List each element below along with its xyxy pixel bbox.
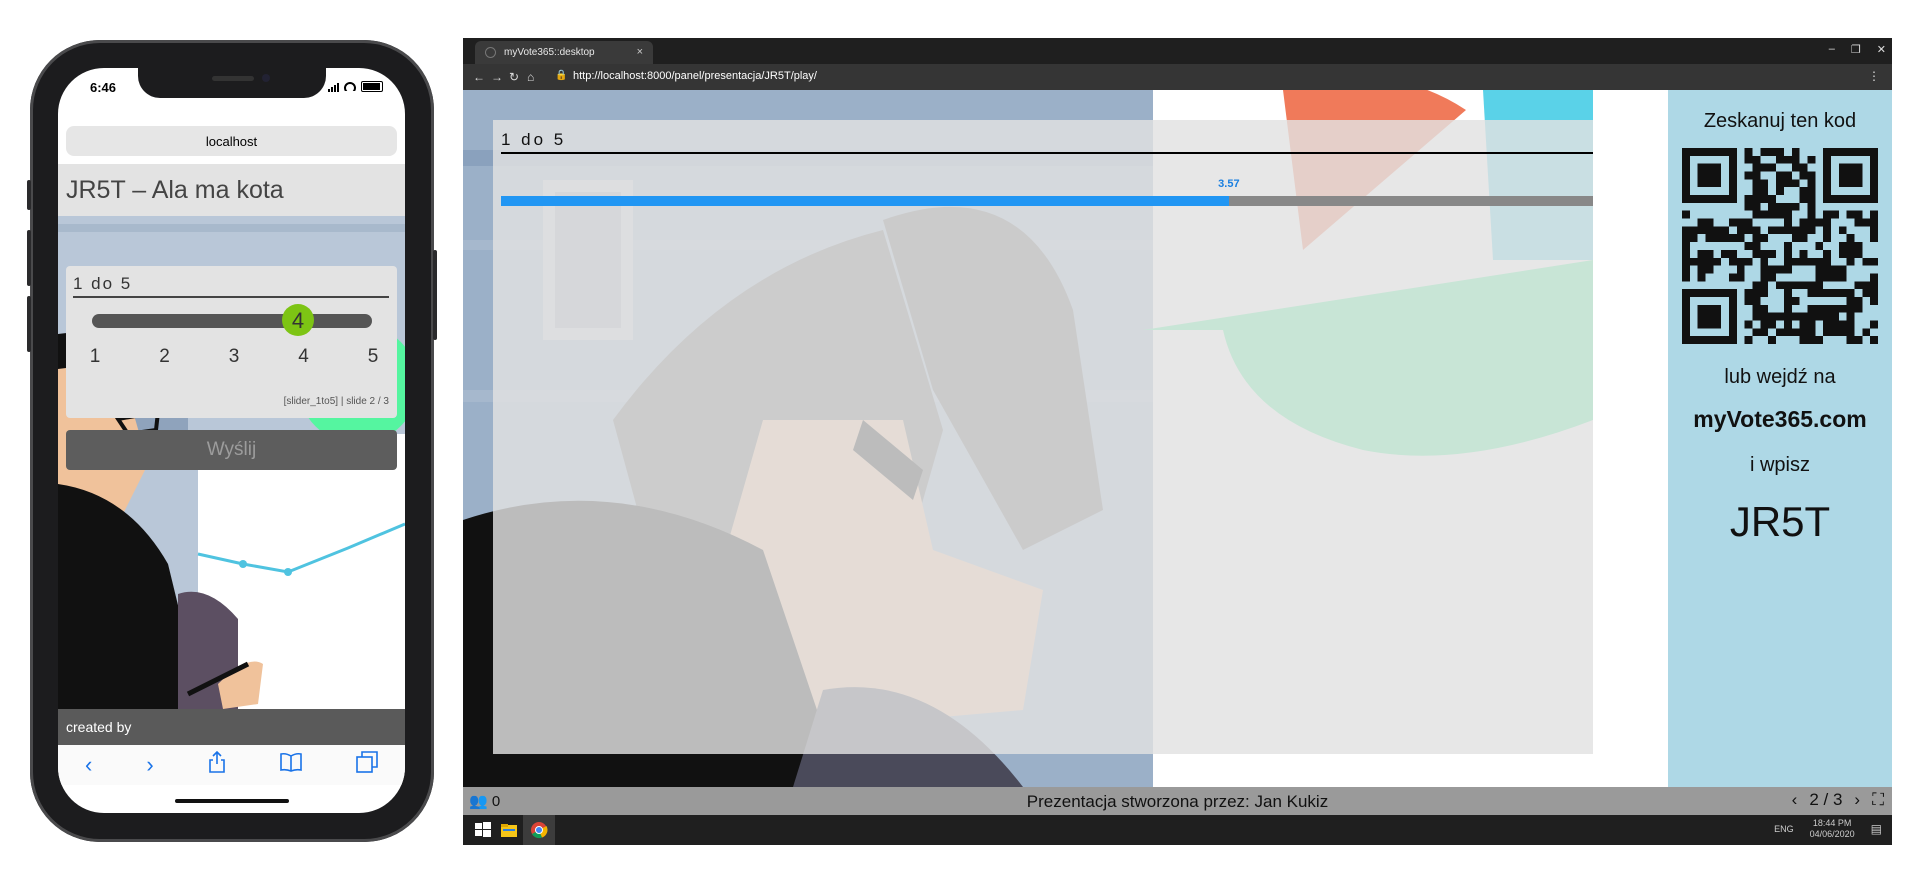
phone-mockup: 6:46 localhost JR5T – Ala ma kota 1 do 5… <box>27 40 437 842</box>
send-button[interactable]: Wyślij <box>66 430 397 470</box>
pagination: ‹ 2 / 3 › ⛶ <box>1792 790 1884 810</box>
clock-time: 18:44 PM <box>1812 818 1852 828</box>
share-icon[interactable] <box>208 750 226 779</box>
slider-tick-label: 4 <box>298 346 309 367</box>
phone-screen: 6:46 localhost JR5T – Ala ma kota 1 do 5… <box>58 68 405 813</box>
slider-tick-label: 1 <box>89 346 101 367</box>
phone-question-card: 1 do 5 4 1 2 3 4 5 [slider_1to5] | slide… <box>66 266 397 418</box>
scan-instruction: Zeskanuj ten kod <box>1703 110 1857 132</box>
phone-url-bar[interactable]: localhost <box>66 126 397 156</box>
back-icon[interactable]: ← <box>473 70 485 84</box>
phone-notch <box>138 68 326 98</box>
wifi-icon <box>344 82 356 91</box>
reload-icon[interactable]: ↻ <box>509 70 519 84</box>
close-tab-icon[interactable]: × <box>637 46 643 58</box>
notifications-icon[interactable]: ▤ <box>1871 822 1882 836</box>
qr-code[interactable] <box>1682 148 1878 344</box>
home-indicator <box>175 799 289 803</box>
clock-date: 04/06/2020 <box>1809 829 1855 839</box>
page-indicator: 2 / 3 <box>1809 790 1843 809</box>
slider-thumb[interactable]: 4 <box>282 304 314 336</box>
lock-icon: 🔒 <box>555 70 568 81</box>
windows-taskbar: ENG 18:44 PM 04/06/2020 ▤ <box>463 815 1892 845</box>
result-bar <box>501 196 1593 206</box>
battery-icon <box>361 81 383 92</box>
slider-track[interactable] <box>92 314 372 328</box>
status-time: 6:46 <box>90 80 117 95</box>
language-indicator[interactable]: ENG <box>1774 824 1794 834</box>
url-field[interactable]: http://localhost:8000/panel/presentacja/… <box>573 70 817 82</box>
favicon-icon <box>485 47 496 58</box>
prev-slide-icon[interactable]: ‹ <box>1792 790 1798 810</box>
minimize-icon[interactable]: – <box>1829 43 1835 56</box>
slider-tick-label: 5 <box>367 346 379 367</box>
fullscreen-icon[interactable]: ⛶ <box>1872 790 1884 810</box>
room-code: JR5T <box>1729 498 1831 545</box>
forward-icon[interactable]: › <box>146 752 153 778</box>
author-credit: Prezentacja stworzona przez: Jan Kukiz <box>1026 792 1329 811</box>
result-bar-fill <box>501 196 1229 206</box>
next-slide-icon[interactable]: › <box>1854 790 1860 810</box>
presentation-stage: 1 do 5 3.57 <box>463 90 1593 787</box>
join-sidebar: Zeskanuj ten kod lub wejdź na myVote365.… <box>1668 90 1892 787</box>
tab-bar: myVote365::desktop × – ❐ ✕ <box>463 38 1892 64</box>
slider-tick-label: 2 <box>159 346 170 367</box>
slider-ticks: 1 2 3 4 5 <box>82 346 386 368</box>
phone-question-title: 1 do 5 <box>73 274 389 298</box>
result-value-label: 3.57 <box>1218 178 1240 190</box>
phone-page-title: JR5T – Ala ma kota <box>58 164 405 216</box>
tabs-icon[interactable] <box>356 751 378 779</box>
site-link[interactable]: myVote365.com <box>1668 406 1892 433</box>
browser-window: myVote365::desktop × – ❐ ✕ ← → ↻ ⌂ 🔒 htt… <box>463 38 1892 845</box>
presentation-footer: 👥 0 Prezentacja stworzona przez: Jan Kuk… <box>463 787 1892 815</box>
question-results-panel: 1 do 5 3.57 <box>493 120 1593 754</box>
enter-text: i wpisz <box>1749 454 1810 476</box>
file-explorer-icon[interactable] <box>499 820 519 840</box>
close-window-icon[interactable]: ✕ <box>1877 43 1886 56</box>
or-go-text: lub wejdź na <box>1724 366 1836 388</box>
back-icon[interactable]: ‹ <box>85 752 92 778</box>
window-controls: – ❐ ✕ <box>1829 43 1886 56</box>
safari-toolbar: ‹ › <box>58 745 405 785</box>
clock[interactable]: 18:44 PM 04/06/2020 <box>1810 818 1855 840</box>
browser-tab[interactable]: myVote365::desktop × <box>475 41 653 64</box>
signal-icon <box>328 82 339 92</box>
tab-title: myVote365::desktop <box>504 47 595 58</box>
slide-info: [slider_1to5] | slide 2 / 3 <box>283 396 389 407</box>
forward-icon[interactable]: → <box>491 70 503 84</box>
chrome-taskbar-slot[interactable] <box>523 815 555 845</box>
address-bar: ← → ↻ ⌂ 🔒 http://localhost:8000/panel/pr… <box>463 64 1892 90</box>
system-tray: ENG 18:44 PM 04/06/2020 ▤ <box>1774 818 1882 840</box>
slider-tick-label: 3 <box>228 346 240 367</box>
menu-icon[interactable]: ⋮ <box>1868 69 1880 83</box>
home-icon[interactable]: ⌂ <box>527 70 534 84</box>
restore-icon[interactable]: ❐ <box>1851 43 1861 56</box>
chrome-icon <box>531 822 548 839</box>
created-by-footer: created by <box>58 709 405 745</box>
windows-start-icon[interactable] <box>473 820 493 840</box>
bookmarks-icon[interactable] <box>280 752 302 778</box>
status-icons <box>328 81 383 92</box>
question-title: 1 do 5 <box>501 130 1593 154</box>
